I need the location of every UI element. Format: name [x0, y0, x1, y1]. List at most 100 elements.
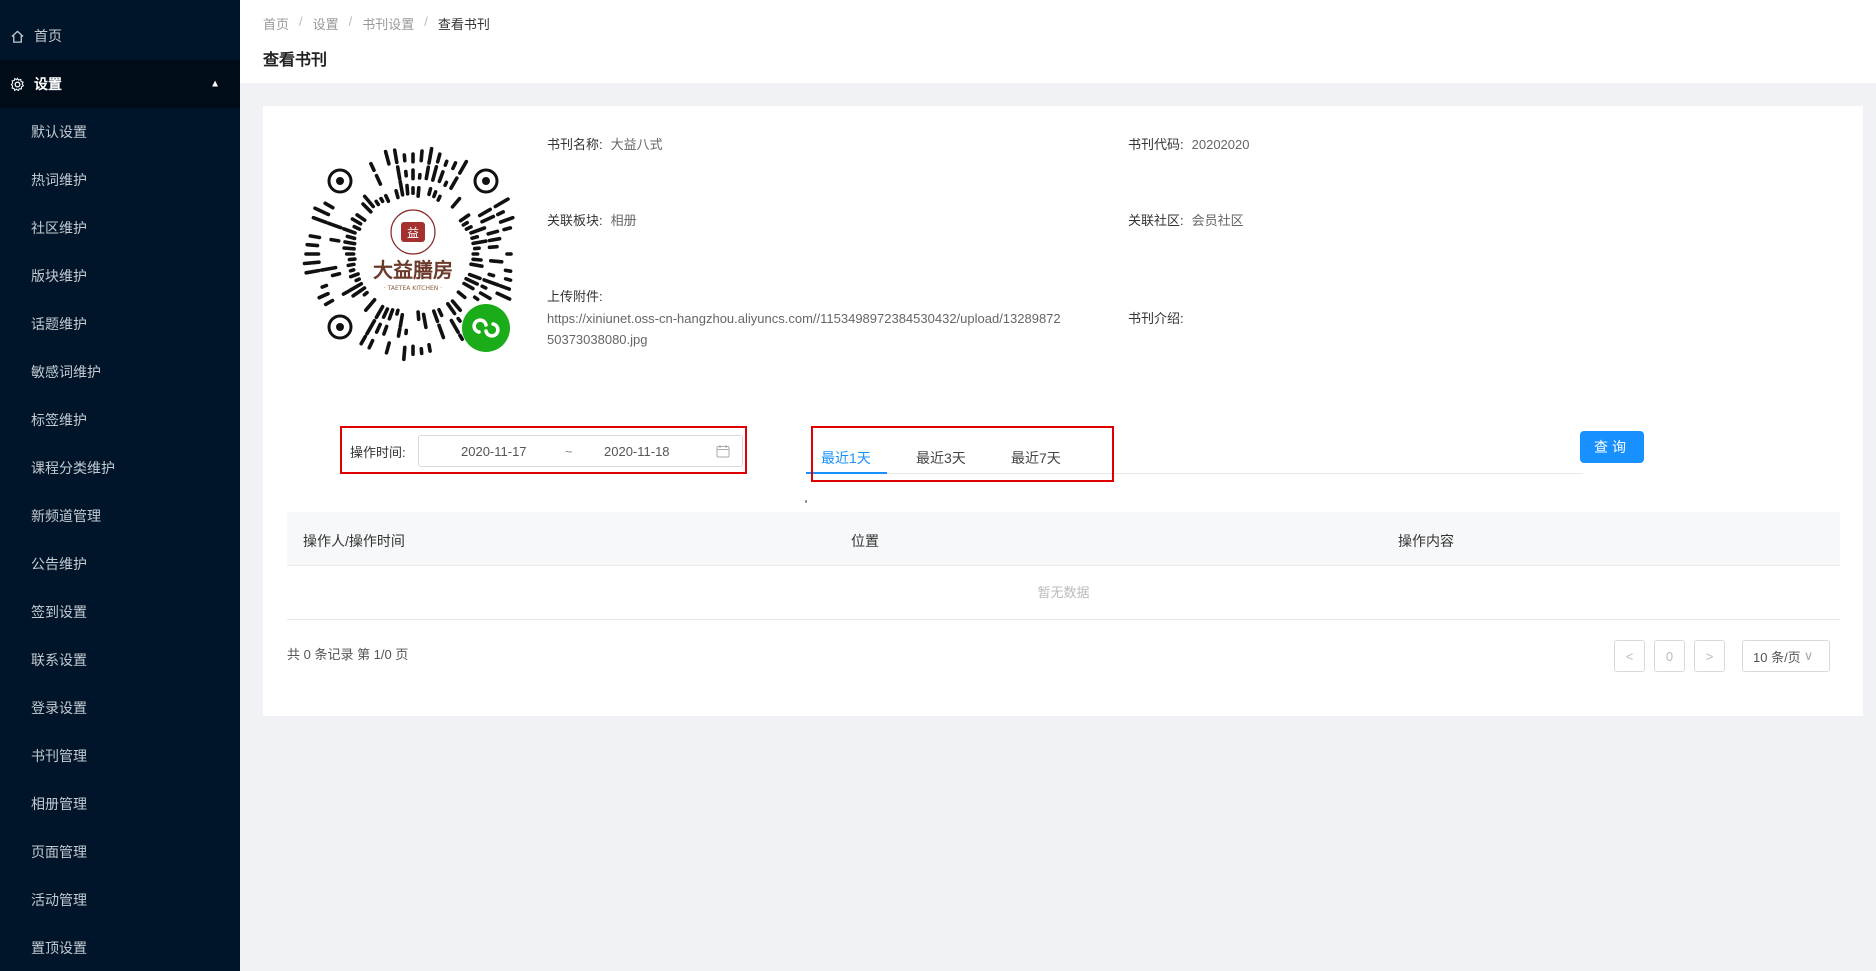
- code-stroke: [435, 152, 442, 164]
- chevron-right-icon: >: [1705, 648, 1714, 664]
- sidebar: 首页 设置 ▲ 默认设置 热词维护 社区维护 版块维护 话题维护 敏感词维护 标…: [0, 0, 240, 971]
- code-stroke: [450, 196, 462, 209]
- code-stroke: [416, 185, 421, 199]
- next-page-button[interactable]: >: [1694, 640, 1725, 672]
- breadcrumb-item[interactable]: 首页: [263, 14, 289, 33]
- chevron-left-icon: <: [1625, 648, 1634, 664]
- code-stroke: [503, 268, 513, 273]
- code-stroke: [323, 201, 335, 210]
- detail-card: 益 大益膳房 · TAETEA KITCHEN · 书刊名称: 大益八式 书刊代码…: [263, 106, 1863, 716]
- code-stroke: [449, 318, 460, 334]
- query-button[interactable]: 查询: [1580, 431, 1644, 463]
- field-code: 书刊代码: 20202020: [1128, 134, 1249, 153]
- field-label: 关联板块:: [547, 213, 603, 228]
- date-range-picker[interactable]: 2020-11-17 ~ 2020-11-18: [418, 435, 743, 467]
- code-stroke: [467, 272, 482, 281]
- code-stroke: [449, 176, 459, 191]
- page-title: 查看书刊: [263, 52, 328, 69]
- code-stroke: [374, 322, 382, 334]
- field-value: 会员社区: [1191, 213, 1244, 228]
- current-page[interactable]: 0: [1654, 640, 1685, 672]
- breadcrumb-item[interactable]: 设置: [313, 14, 339, 33]
- code-stroke: [329, 237, 341, 243]
- code-stroke: [398, 313, 405, 328]
- code-stroke: [503, 277, 513, 282]
- code-stroke: [471, 239, 488, 246]
- sidebar-subitem[interactable]: 书刊管理: [0, 732, 240, 780]
- field-value: 20202020: [1191, 137, 1250, 152]
- code-stroke: [343, 240, 357, 246]
- code-stroke: [362, 290, 369, 297]
- code-stroke: [446, 302, 457, 316]
- page-size-select[interactable]: 10 条/页 ∨: [1742, 640, 1830, 672]
- sidebar-subitem[interactable]: 标签维护: [0, 396, 240, 444]
- sidebar-subitem[interactable]: 页面管理: [0, 828, 240, 876]
- sidebar-subitem[interactable]: 活动管理: [0, 876, 240, 924]
- code-stroke: [451, 161, 458, 171]
- sidebar-subitem[interactable]: 新频道管理: [0, 492, 240, 540]
- code-stroke: [458, 159, 469, 175]
- code-stroke: [477, 207, 492, 218]
- attachment-link[interactable]: https://xiniunet.oss-cn-hangzhou.aliyunc…: [547, 308, 1067, 350]
- sidebar-subitem[interactable]: 社区维护: [0, 204, 240, 252]
- code-stroke: [355, 213, 367, 222]
- column-header-location: 位置: [851, 533, 879, 549]
- code-stroke: [427, 146, 434, 165]
- quick-range-tabs-highlight: 最近1天 最近3天 最近7天: [811, 426, 1114, 482]
- breadcrumb-item[interactable]: 书刊设置: [362, 14, 414, 33]
- sidebar-subitem[interactable]: 敏感词维护: [0, 348, 240, 396]
- tab-last-1-day[interactable]: 最近1天: [821, 448, 871, 468]
- sidebar-subitem[interactable]: 签到设置: [0, 588, 240, 636]
- sidebar-item-home[interactable]: 首页: [0, 12, 240, 60]
- sidebar-subitem[interactable]: 课程分类维护: [0, 444, 240, 492]
- code-stroke: [437, 308, 444, 318]
- gear-icon: [8, 75, 26, 93]
- code-stroke: [462, 281, 475, 291]
- code-stroke: [395, 165, 402, 181]
- end-date[interactable]: 2020-11-18: [604, 444, 670, 459]
- tab-last-3-days[interactable]: 最近3天: [916, 448, 966, 468]
- sidebar-subitem[interactable]: 话题维护: [0, 300, 240, 348]
- sidebar-subitem[interactable]: 联系设置: [0, 636, 240, 684]
- code-stroke: [478, 291, 492, 301]
- date-separator: ~: [565, 444, 573, 459]
- start-date[interactable]: 2020-11-17: [461, 444, 527, 459]
- code-stroke: [345, 234, 357, 241]
- sidebar-item-settings[interactable]: 设置 ▲: [0, 60, 240, 108]
- code-stroke: [387, 308, 395, 321]
- code-stroke: [419, 149, 424, 163]
- code-stroke: [498, 284, 512, 291]
- code-stroke: [461, 220, 469, 227]
- sidebar-subitem[interactable]: 置顶设置: [0, 924, 240, 971]
- sidebar-subitem[interactable]: 版块维护: [0, 252, 240, 300]
- sidebar-subitem[interactable]: 默认设置: [0, 108, 240, 156]
- code-stroke: [402, 345, 407, 362]
- code-stroke: [421, 312, 428, 330]
- code-stroke: [313, 206, 331, 217]
- code-stroke: [487, 244, 499, 250]
- breadcrumb: 首页 / 设置 / 书刊设置 / 查看书刊: [263, 14, 490, 33]
- code-stroke: [471, 257, 483, 262]
- code-stroke: [346, 262, 356, 268]
- sidebar-item-label: 首页: [34, 28, 62, 44]
- code-stroke: [384, 341, 391, 355]
- sidebar-subitem[interactable]: 热词维护: [0, 156, 240, 204]
- code-stroke: [472, 295, 480, 302]
- sidebar-subitem[interactable]: 登录设置: [0, 684, 240, 732]
- tab-last-7-days[interactable]: 最近7天: [1011, 448, 1061, 468]
- code-stroke: [405, 183, 410, 196]
- column-header-operator: 操作人/操作时间: [303, 533, 405, 549]
- field-label: 书刊名称:: [547, 137, 603, 152]
- code-stroke: [496, 210, 505, 217]
- prev-page-button[interactable]: <: [1614, 640, 1645, 672]
- operation-log-table: 操作人/操作时间 位置 操作内容 暂无数据: [287, 512, 1840, 620]
- code-stroke: [374, 173, 383, 186]
- sidebar-subitem[interactable]: 相册管理: [0, 780, 240, 828]
- sidebar-subitem[interactable]: 公告维护: [0, 540, 240, 588]
- code-stroke: [464, 277, 479, 286]
- code-stroke: [436, 194, 442, 202]
- code-stroke: [437, 170, 445, 184]
- calendar-icon[interactable]: [716, 444, 730, 458]
- code-stroke: [431, 164, 439, 182]
- code-stroke: [495, 291, 512, 301]
